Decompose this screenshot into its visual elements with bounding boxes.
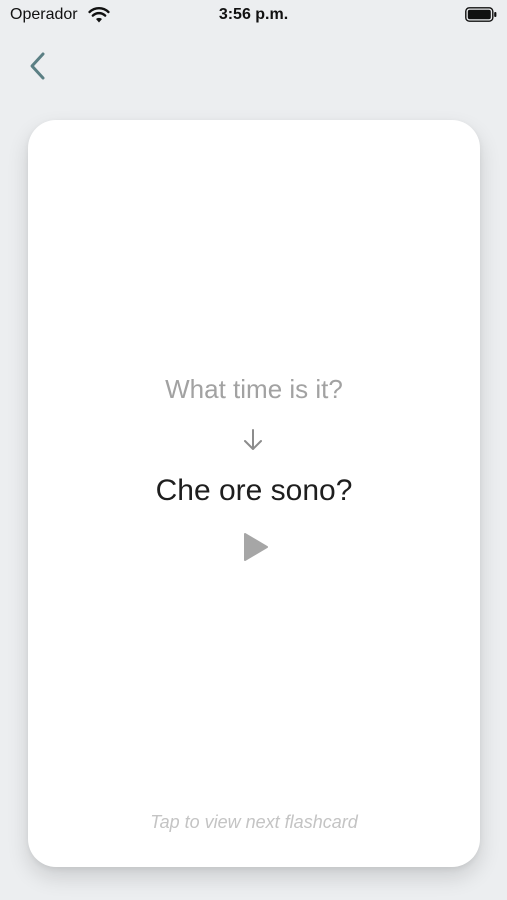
chevron-left-icon (30, 52, 45, 80)
back-button[interactable] (22, 48, 56, 86)
flashcard-answer: Che ore sono? (155, 474, 353, 507)
arrow-down-icon (244, 429, 262, 450)
status-time: 3:56 p.m. (218, 6, 289, 23)
flashcard-screen: Operador 3:56 p.m. What time is it? Che … (0, 0, 507, 900)
battery-icon (465, 7, 497, 22)
play-audio-button[interactable] (239, 530, 271, 564)
flashcard[interactable]: What time is it? Che ore sono? Tap to vi… (28, 120, 480, 867)
next-flashcard-hint: Tap to view next flashcard (150, 812, 358, 832)
flashcard-prompt: What time is it? (165, 374, 343, 404)
play-icon (244, 533, 268, 561)
status-bar: Operador 3:56 p.m. (0, 0, 507, 32)
